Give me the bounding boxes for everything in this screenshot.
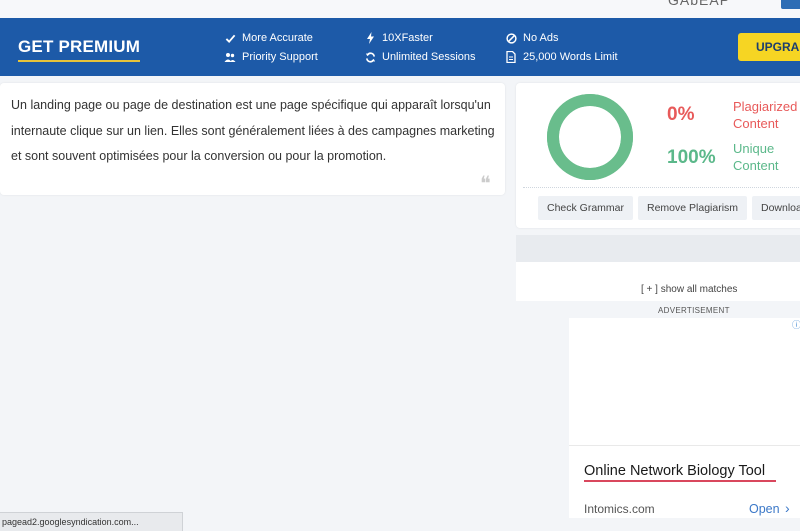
check-icon (224, 32, 236, 44)
top-strip: GAbEAP (0, 0, 800, 18)
unique-percentage: 100% (667, 147, 716, 168)
feature-label: Unlimited Sessions (382, 51, 476, 63)
divider (523, 187, 800, 188)
check-grammar-button[interactable]: Check Grammar (538, 196, 634, 220)
feature-label: 25,000 Words Limit (523, 51, 618, 63)
feature-no-ads: No Ads (505, 32, 558, 44)
feature-label: No Ads (523, 32, 559, 44)
advertisement-label: ADVERTISEMENT (658, 306, 730, 315)
feature-words-limit: 25,000 Words Limit (505, 51, 618, 63)
unique-percentage-ring (547, 94, 633, 180)
no-ads-icon (505, 32, 517, 44)
ad-domain: Intomics.com (584, 502, 655, 516)
ad-title-underline (584, 480, 776, 482)
feature-label: 10XFaster (382, 32, 433, 44)
download-button[interactable]: Downloa (752, 196, 800, 220)
result-card: 0% Plagiarized Content 100% Unique Conte… (516, 83, 800, 228)
ad-divider (569, 445, 800, 446)
ad-info-icon[interactable]: ⓘ (792, 318, 800, 331)
matches-header-strip (516, 235, 800, 262)
remove-plagiarism-button[interactable]: Remove Plagiarism (638, 196, 748, 220)
plagiarized-label: Plagiarized Content (733, 99, 798, 131)
feature-label: Priority Support (242, 51, 318, 63)
unique-label: Unique Content (733, 141, 779, 173)
chevron-right-icon[interactable]: › (785, 500, 790, 516)
plagiarized-percentage: 0% (667, 104, 695, 125)
premium-banner: GET PREMIUM More Accurate Priority Suppo… (0, 18, 800, 76)
users-icon (224, 51, 236, 63)
feature-unlimited-sessions: Unlimited Sessions (364, 51, 476, 63)
ad-container[interactable] (569, 318, 800, 518)
feature-priority-support: Priority Support (224, 51, 318, 63)
feature-more-accurate: More Accurate (224, 32, 313, 44)
feature-10x-faster: 10XFaster (364, 32, 433, 44)
ad-title[interactable]: Online Network Biology Tool (584, 463, 765, 479)
refresh-icon (364, 51, 376, 63)
cut-off-header-text: GAbEAP (668, 0, 731, 8)
feature-label: More Accurate (242, 32, 313, 44)
input-text-card[interactable]: Un landing page ou page de destination e… (0, 83, 505, 195)
bolt-icon (364, 32, 376, 44)
browser-status-bar: pagead2.googlesyndication.com... (0, 512, 183, 531)
upgrade-button[interactable]: UPGRAD (738, 33, 800, 61)
matches-panel: [ + ] show all matches (516, 235, 800, 301)
ad-open-button[interactable]: Open (749, 502, 780, 516)
cut-off-header-button[interactable] (781, 0, 800, 9)
quote-icon[interactable]: ❝ (480, 173, 498, 193)
input-text[interactable]: Un landing page ou page de destination e… (11, 93, 496, 170)
document-icon (505, 51, 517, 63)
premium-title: GET PREMIUM (18, 37, 141, 62)
show-all-matches-link[interactable]: [ + ] show all matches (641, 284, 737, 295)
